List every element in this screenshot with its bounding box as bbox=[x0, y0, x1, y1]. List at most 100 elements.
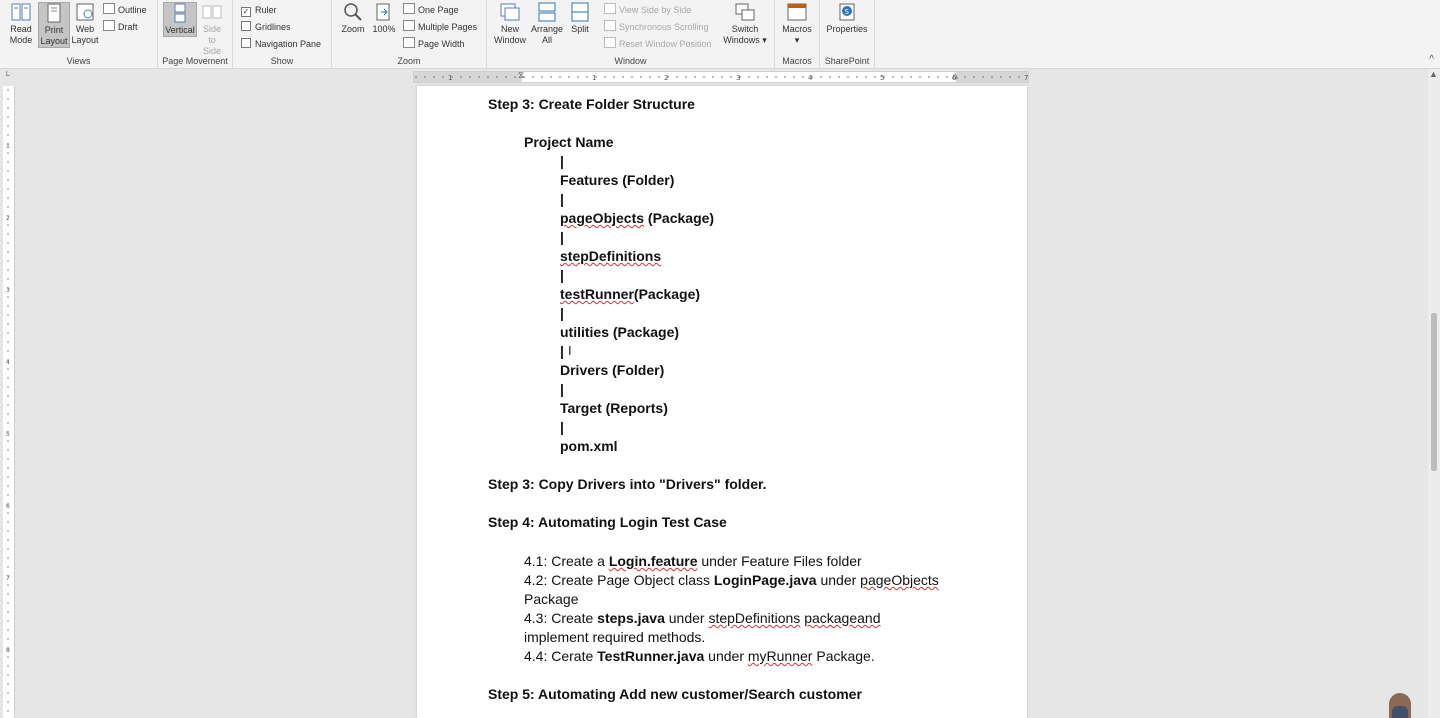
ribbon: Read Mode Print Layout Web Layout Outlin… bbox=[0, 0, 1440, 69]
ruler-number: 2 bbox=[664, 74, 668, 82]
spelling-error[interactable]: packageand bbox=[804, 610, 880, 626]
gridlines-checkbox[interactable]: Gridlines bbox=[241, 20, 291, 34]
side-to-side-label: Side to Side bbox=[202, 24, 221, 56]
step3-heading: Step 3: Create Folder Structure bbox=[488, 96, 695, 112]
new-window-icon bbox=[500, 3, 520, 21]
side-to-side-button[interactable]: Side to Side bbox=[198, 2, 226, 57]
macros-group-label: Macros bbox=[782, 56, 812, 66]
step-4-3-mid: under bbox=[664, 610, 709, 626]
zoom-button[interactable]: Zoom bbox=[337, 2, 369, 35]
step-4-4-rest: Package. bbox=[812, 648, 875, 664]
properties-icon: S bbox=[839, 3, 855, 21]
gridlines-check-icon bbox=[241, 21, 251, 31]
ruler-indent-marker[interactable]: ⧖ bbox=[518, 70, 524, 81]
vertical-button[interactable]: Vertical bbox=[163, 2, 197, 37]
web-layout-label: Web Layout bbox=[71, 24, 99, 45]
navigation-pane-checkbox[interactable]: Navigation Pane bbox=[241, 37, 321, 51]
ruler-checkbox[interactable]: ✓ Ruler bbox=[241, 3, 277, 17]
show-group-label: Show bbox=[270, 56, 294, 66]
view-side-by-side-button[interactable]: View Side by Side bbox=[604, 3, 691, 17]
zoom-100-button[interactable]: 100% bbox=[370, 2, 398, 35]
new-window-button[interactable]: New Window bbox=[492, 2, 528, 46]
one-page-icon bbox=[403, 3, 415, 14]
vertical-ruler[interactable]: 1 2 3 4 5 6 7 8 bbox=[3, 86, 15, 718]
tree-page-objects-rest: (Package) bbox=[644, 210, 715, 226]
read-mode-icon bbox=[11, 3, 31, 21]
split-button[interactable]: Split bbox=[567, 2, 593, 35]
vertical-ruler-number: 3 bbox=[6, 287, 10, 294]
navigation-pane-check-icon bbox=[241, 38, 251, 48]
steps-java-name: steps.java bbox=[597, 610, 665, 626]
ruler-row: 11234567 ⧖ △ bbox=[0, 69, 1440, 83]
spelling-error[interactable]: testRunner bbox=[560, 286, 634, 302]
gridlines-label: Gridlines bbox=[255, 22, 291, 32]
spelling-error[interactable]: pageObjects bbox=[860, 572, 939, 588]
vertical-ruler-number: 4 bbox=[6, 359, 10, 366]
switch-windows-label: Switch Windows ▾ bbox=[723, 24, 767, 45]
tree-pom: pom.xml bbox=[560, 438, 618, 454]
outline-label: Outline bbox=[118, 5, 147, 15]
scrollbar-thumb[interactable] bbox=[1431, 313, 1437, 471]
outline-button[interactable]: Outline bbox=[103, 3, 147, 17]
zoom-100-label: 100% bbox=[372, 24, 396, 34]
read-mode-button[interactable]: Read Mode bbox=[4, 2, 38, 46]
step-4-2-text: 4.2: Create Page Object class bbox=[524, 572, 714, 588]
switch-windows-button[interactable]: Switch Windows ▾ bbox=[723, 2, 767, 46]
views-group-label: Views bbox=[66, 56, 91, 66]
tree-connector: | bbox=[560, 305, 564, 321]
test-runner-java-name: TestRunner.java bbox=[597, 648, 705, 664]
vertical-ruler-number: 6 bbox=[6, 503, 10, 510]
page-width-label: Page Width bbox=[418, 39, 465, 49]
ruler-number: 3 bbox=[736, 74, 740, 82]
tree-connector: | bbox=[560, 419, 564, 435]
multiple-pages-button[interactable]: Multiple Pages bbox=[403, 20, 477, 34]
tab-selector-icon[interactable]: └ bbox=[4, 71, 13, 80]
spelling-error[interactable]: myRunner bbox=[748, 648, 813, 664]
scroll-up-icon[interactable]: ▲ bbox=[1429, 69, 1438, 79]
vertical-label: Vertical bbox=[165, 25, 195, 35]
vertical-scrollbar[interactable]: ▲ bbox=[1428, 69, 1440, 718]
tree-connector: | bbox=[560, 381, 564, 397]
print-layout-icon bbox=[47, 3, 61, 23]
new-window-label: New Window bbox=[493, 24, 526, 45]
zoom-group: Zoom 100% One Page Multiple Pages Page W… bbox=[332, 0, 487, 68]
outline-icon bbox=[103, 3, 115, 14]
draft-button[interactable]: Draft bbox=[103, 20, 138, 34]
step-4-1-rest: under Feature Files folder bbox=[697, 553, 862, 569]
print-layout-button[interactable]: Print Layout bbox=[38, 2, 70, 48]
split-icon bbox=[571, 2, 589, 22]
synchronous-scrolling-button[interactable]: Synchronous Scrolling bbox=[604, 20, 709, 34]
reset-window-position-button[interactable]: Reset Window Position bbox=[604, 37, 712, 51]
one-page-label: One Page bbox=[418, 5, 459, 15]
collapse-ribbon-icon[interactable]: ^ bbox=[1429, 54, 1434, 65]
ruler-right-indent-marker[interactable]: △ bbox=[952, 71, 958, 80]
horizontal-ruler[interactable]: 11234567 ⧖ △ bbox=[413, 70, 1029, 83]
macros-icon bbox=[787, 3, 807, 21]
print-layout-label: Print Layout bbox=[40, 25, 68, 46]
views-group: Read Mode Print Layout Web Layout Outlin… bbox=[0, 0, 158, 68]
view-side-by-side-icon bbox=[604, 3, 616, 14]
tree-connector: | bbox=[560, 191, 564, 207]
macros-group: Macros ▾ Macros bbox=[775, 0, 820, 68]
step-4-4-mid: under bbox=[704, 648, 748, 664]
one-page-button[interactable]: One Page bbox=[403, 3, 459, 17]
properties-button[interactable]: S Properties bbox=[824, 2, 870, 35]
synchronous-scrolling-icon bbox=[604, 20, 616, 31]
web-layout-button[interactable]: Web Layout bbox=[70, 2, 100, 46]
step-4-4: 4.4: Cerate TestRunner.java under myRunn… bbox=[524, 648, 875, 664]
spelling-error[interactable]: stepDefinitions bbox=[708, 610, 800, 626]
spelling-error[interactable]: pageObjects bbox=[560, 210, 644, 226]
macros-button[interactable]: Macros ▾ bbox=[779, 2, 815, 46]
arrange-all-button[interactable]: Arrange All bbox=[529, 2, 565, 46]
page-width-button[interactable]: Page Width bbox=[403, 37, 465, 51]
ruler-label: Ruler bbox=[255, 5, 277, 15]
document-page[interactable]: Step 3: Create Folder Structure Project … bbox=[417, 86, 1027, 718]
step-4-3: 4.3: Create steps.java under stepDefinit… bbox=[524, 610, 880, 626]
step-4-3-text: 4.3: Create bbox=[524, 610, 598, 626]
sharepoint-group-label: SharePoint bbox=[824, 56, 870, 66]
step-4-2-mid: under bbox=[816, 572, 861, 588]
properties-label: Properties bbox=[826, 24, 868, 34]
read-mode-label: Read Mode bbox=[9, 24, 33, 45]
synchronous-scrolling-label: Synchronous Scrolling bbox=[619, 22, 709, 32]
login-page-java-name: LoginPage.java bbox=[713, 572, 817, 588]
